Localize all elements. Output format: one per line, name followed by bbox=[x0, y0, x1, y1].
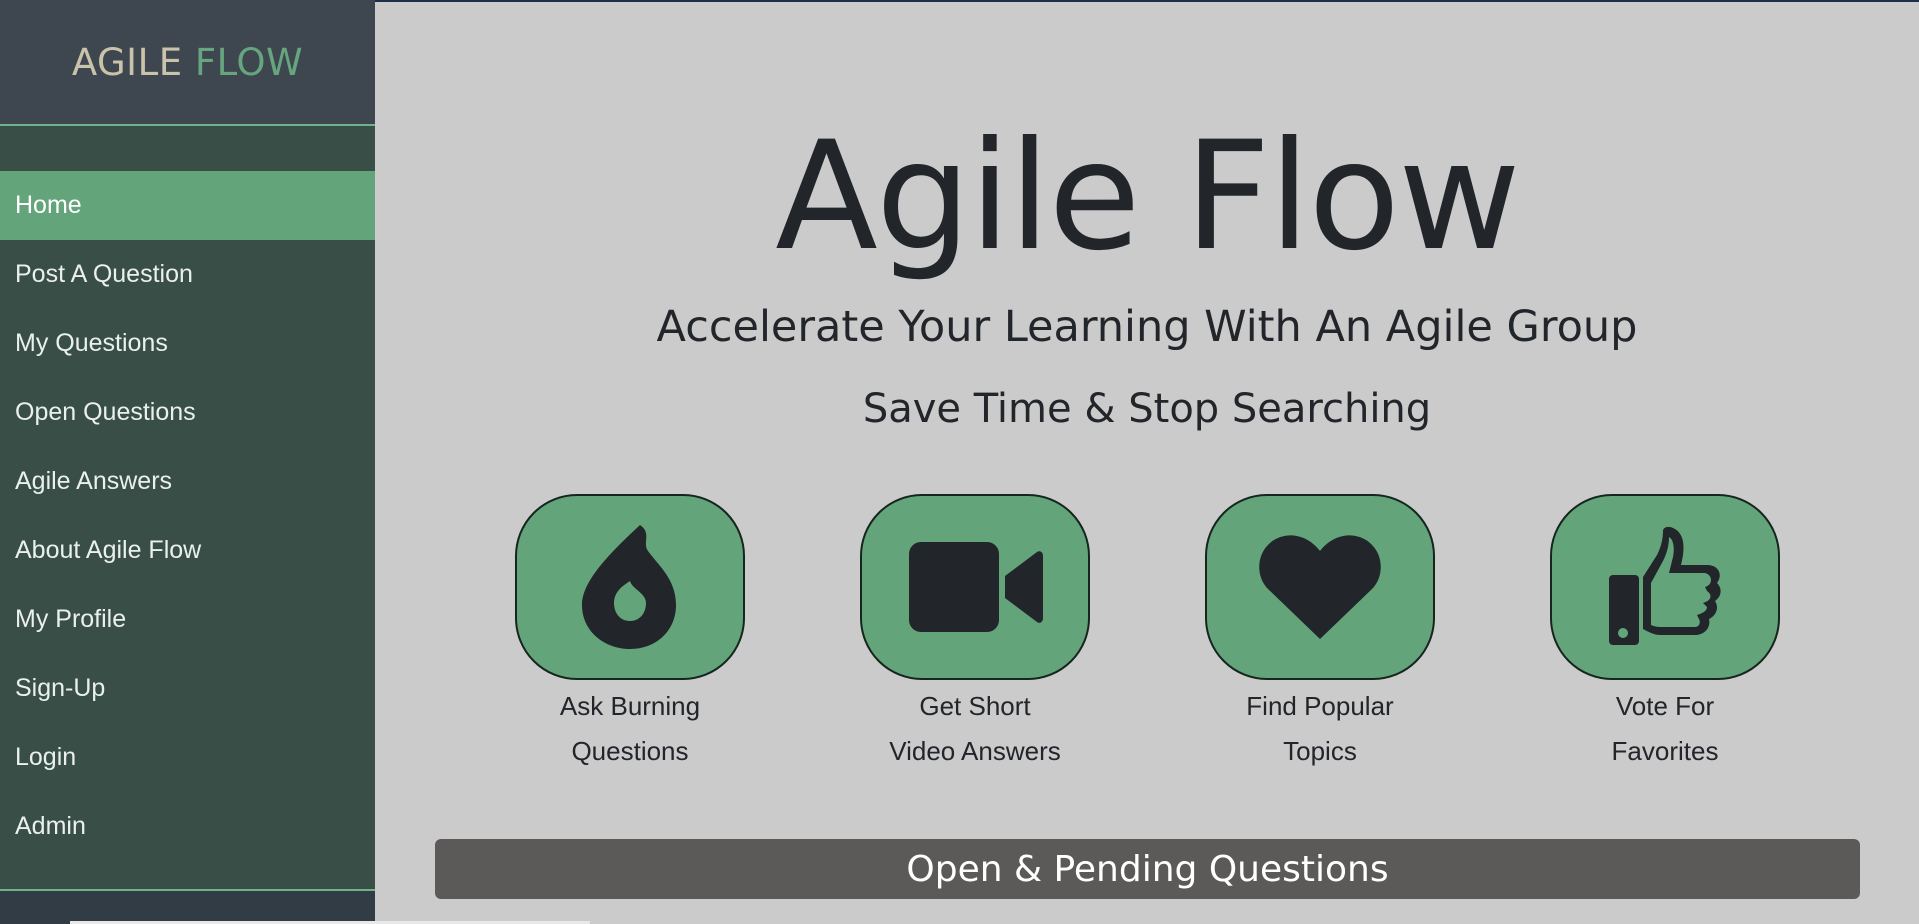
sidebar-item-agile-answers[interactable]: Agile Answers bbox=[0, 447, 375, 516]
feature-label-line-1: Get Short bbox=[919, 691, 1031, 721]
feature-tile[interactable] bbox=[515, 494, 745, 680]
sidebar-item-login[interactable]: Login bbox=[0, 723, 375, 792]
sidebar-item-post-a-question[interactable]: Post A Question bbox=[0, 240, 375, 309]
feature-label-line-1: Find Popular bbox=[1246, 691, 1394, 721]
feature-label: Get Short Video Answers bbox=[845, 684, 1105, 774]
feature-label: Vote For Favorites bbox=[1535, 684, 1795, 774]
feature-label-line-2: Favorites bbox=[1611, 736, 1719, 766]
page-title: Agile Flow bbox=[775, 110, 1521, 284]
feature-label: Find Popular Topics bbox=[1190, 684, 1450, 774]
sidebar-footer bbox=[0, 891, 375, 924]
page-tagline: Save Time & Stop Searching bbox=[862, 386, 1432, 432]
sidebar-item-sign-up[interactable]: Sign-Up bbox=[0, 654, 375, 723]
heart-icon bbox=[1259, 535, 1381, 639]
brand-part-2: FLOW bbox=[194, 40, 304, 84]
feature-label-line-2: Video Answers bbox=[889, 736, 1061, 766]
feature-label-line-2: Questions bbox=[571, 736, 689, 766]
feature-label-line-1: Ask Burning bbox=[559, 691, 701, 721]
feature-tile[interactable] bbox=[1205, 494, 1435, 680]
sidebar: AGILE FLOW Home Post A Question My Quest… bbox=[0, 0, 375, 924]
sidebar-item-about-agile-flow[interactable]: About Agile Flow bbox=[0, 516, 375, 585]
brand-part-1: AGILE bbox=[71, 40, 183, 84]
sidebar-item-my-profile[interactable]: My Profile bbox=[0, 585, 375, 654]
sidebar-item-my-questions[interactable]: My Questions bbox=[0, 309, 375, 378]
feature-popular-topics: Find Popular Topics bbox=[1205, 494, 1435, 774]
page-subtitle: Accelerate Your Learning With An Agile G… bbox=[656, 302, 1638, 352]
open-pending-questions-header[interactable]: Open & Pending Questions bbox=[435, 839, 1860, 899]
sidebar-item-home[interactable]: Home bbox=[0, 171, 375, 240]
feature-vote-favorites: Vote For Favorites bbox=[1550, 494, 1780, 774]
brand-header: AGILE FLOW bbox=[0, 0, 375, 126]
sidebar-item-admin[interactable]: Admin bbox=[0, 792, 375, 861]
video-camera-icon bbox=[909, 542, 1043, 632]
feature-tile[interactable] bbox=[1550, 494, 1780, 680]
fire-icon bbox=[582, 525, 676, 649]
thumbs-up-icon bbox=[1609, 526, 1721, 645]
feature-ask-questions: Ask Burning Questions bbox=[515, 494, 745, 774]
feature-label-line-1: Vote For bbox=[1615, 691, 1715, 721]
brand-logo[interactable]: AGILE FLOW bbox=[72, 41, 303, 84]
sidebar-nav: Home Post A Question My Questions Open Q… bbox=[0, 171, 375, 861]
feature-label: Ask Burning Questions bbox=[500, 684, 760, 774]
feature-tile[interactable] bbox=[860, 494, 1090, 680]
feature-video-answers: Get Short Video Answers bbox=[860, 494, 1090, 774]
sidebar-item-open-questions[interactable]: Open Questions bbox=[0, 378, 375, 447]
feature-label-line-2: Topics bbox=[1283, 736, 1357, 766]
